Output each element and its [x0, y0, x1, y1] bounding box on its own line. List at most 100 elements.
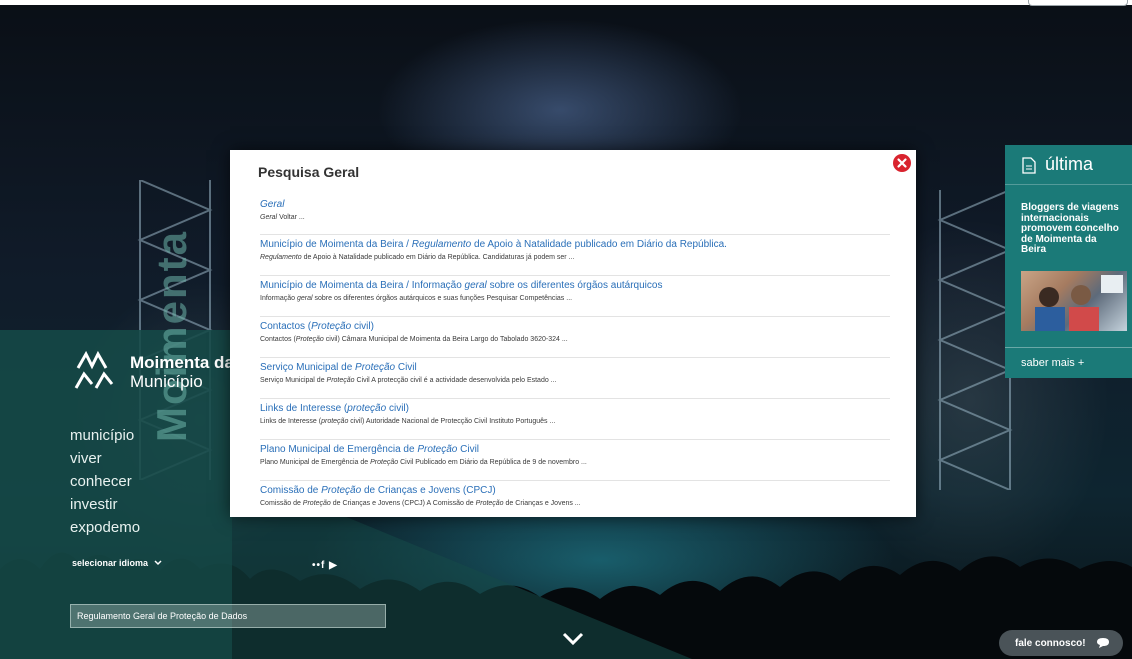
- search-result-snippet: Contactos (Proteção civil) Câmara Munici…: [260, 334, 890, 346]
- rgpd-link[interactable]: Regulamento Geral de Proteção de Dados: [70, 604, 386, 628]
- result-snippet-segment: Links de Interesse (: [260, 418, 322, 425]
- result-snippet-segment: Voltar ...: [277, 214, 305, 221]
- search-result-item: Município de Moimenta da Beira / Informa…: [260, 276, 890, 317]
- result-title-segment: Geral: [260, 199, 285, 210]
- brand-name: Moimenta da: [130, 353, 234, 372]
- contact-label: fale connosco!: [1015, 637, 1086, 649]
- search-result-title-link[interactable]: Contactos (Proteção civil): [260, 320, 890, 334]
- result-snippet-segment: Proteção: [302, 500, 331, 507]
- news-header: última: [1005, 145, 1132, 185]
- news-article-image[interactable]: [1021, 271, 1127, 331]
- search-result-title-link[interactable]: Links de Interesse (proteção civil): [260, 402, 890, 416]
- result-snippet-segment: civil) Autoridade Nacional de Protecção …: [348, 418, 556, 425]
- result-title-segment: Serviço Municipal de: [260, 362, 356, 373]
- result-title-segment: sobre os diferentes órgãos autárquicos: [486, 280, 663, 291]
- result-snippet-segment: Proteção: [370, 459, 399, 466]
- modal-title: Pesquisa Geral: [258, 164, 360, 180]
- search-result-item: Município de Moimenta da Beira / Regulam…: [260, 235, 890, 276]
- result-title-segment: proteção: [347, 403, 387, 414]
- search-result-item: Contactos (Proteção civil) Contactos (Pro…: [260, 317, 890, 358]
- search-result-snippet: Regulamento de Apoio à Natalidade public…: [260, 252, 890, 264]
- chevron-down-icon: [154, 560, 162, 566]
- result-title-segment: geral: [464, 280, 487, 291]
- search-result-title-link[interactable]: Plano Municipal de Emergência de Proteçã…: [260, 443, 890, 457]
- search-result-snippet: Links de Interesse (proteção civil) Auto…: [260, 416, 890, 428]
- search-result-snippet: Geral Voltar ...: [260, 212, 890, 224]
- language-label: selecionar idioma: [72, 558, 149, 568]
- nav-item-viver[interactable]: viver: [70, 447, 140, 470]
- nav-item-investir[interactable]: investir: [70, 493, 140, 516]
- news-photo: [1035, 275, 1123, 331]
- result-snippet-segment: de Crianças e Jovens (CPCJ) A Comissão d…: [330, 500, 476, 507]
- result-title-segment: Proteção: [311, 321, 352, 332]
- result-snippet-segment: Geral: [260, 214, 278, 221]
- search-results-list: Geral Geral Voltar ... Município de Moimen…: [260, 198, 890, 517]
- result-snippet-segment: Contactos (: [260, 336, 296, 343]
- search-result-title-link[interactable]: Município de Moimenta da Beira / Regulam…: [260, 238, 890, 252]
- result-title-segment: Município de Moimenta da Beira / Informa…: [260, 280, 465, 291]
- result-snippet-segment: civil) Câmara Municipal de Moimenta da B…: [323, 336, 568, 343]
- result-title-segment: Civil: [395, 362, 417, 373]
- result-title-segment: Proteção: [355, 362, 396, 373]
- municipio-logo-icon: [74, 350, 114, 389]
- search-result-title-link[interactable]: Geral: [260, 198, 890, 212]
- search-result-title-link[interactable]: Serviço Municipal de Proteção Civil: [260, 361, 890, 375]
- language-selector[interactable]: selecionar idioma: [72, 558, 162, 568]
- browser-top-strip: [0, 0, 1132, 5]
- search-result-title-link[interactable]: Comissão de Proteção de Crianças e Joven…: [260, 484, 890, 498]
- result-title-segment: civil): [386, 403, 409, 414]
- result-snippet-segment: Serviço Municipal de: [260, 377, 327, 384]
- contact-button[interactable]: fale connosco!: [999, 630, 1123, 656]
- search-result-snippet: Informação geral sobre os diferentes órg…: [260, 293, 890, 305]
- search-result-item: Serviço Municipal de Proteção Civil Servi…: [260, 358, 890, 399]
- search-result-snippet: Comissão de Proteção de Crianças e Joven…: [260, 498, 890, 510]
- main-nav: município viver conhecer investir expode…: [70, 424, 140, 539]
- result-snippet-segment: Regulamento: [260, 254, 302, 261]
- brand-logo[interactable]: Moimenta da Município: [72, 350, 234, 394]
- news-more-link[interactable]: saber mais +: [1005, 347, 1132, 378]
- chat-bubble-icon: [1096, 638, 1109, 648]
- result-title-segment: Links de Interesse (: [260, 403, 348, 414]
- brand-watermark: Moimenta: [148, 230, 195, 443]
- result-title-segment: de Crianças e Jovens (CPCJ): [361, 485, 496, 496]
- result-title-segment: Comissão de: [260, 485, 322, 496]
- search-modal: Pesquisa Geral Geral Geral Voltar ... Muni…: [230, 150, 916, 517]
- search-result-snippet: Plano Municipal de Emergência de Proteçã…: [260, 457, 890, 469]
- result-snippet-segment: Proteção: [295, 336, 324, 343]
- scroll-down-chevron-icon[interactable]: [561, 630, 585, 648]
- search-result-item: Links de Interesse (proteção civil) Links…: [260, 399, 890, 440]
- result-title-segment: civil): [351, 321, 374, 332]
- nav-item-municipio[interactable]: município: [70, 424, 140, 447]
- result-title-segment: Civil: [457, 444, 480, 455]
- result-snippet-segment: Plano Municipal de Emergência de: [260, 459, 371, 466]
- result-title-segment: Município de Moimenta da Beira /: [260, 239, 412, 250]
- document-icon: [1022, 156, 1036, 174]
- news-widget: última Bloggers de viagens internacionai…: [1005, 145, 1132, 378]
- result-snippet-segment: Civil A protecção civil é a actividade d…: [354, 377, 557, 384]
- nav-item-conhecer[interactable]: conhecer: [70, 470, 140, 493]
- nav-item-expodemo[interactable]: expodemo: [70, 516, 140, 539]
- social-links[interactable]: ••f ▶: [312, 560, 338, 571]
- result-title-segment: Plano Municipal de Emergência de: [260, 444, 418, 455]
- result-title-segment: de Apoio à Natalidade publicado em Diári…: [471, 239, 727, 250]
- result-snippet-segment: geral: [296, 295, 313, 302]
- result-title-segment: Proteção: [417, 444, 458, 455]
- search-result-item: Geral Geral Voltar ...: [260, 198, 890, 235]
- search-result-title-link[interactable]: Município de Moimenta da Beira / Informa…: [260, 279, 890, 293]
- close-icon[interactable]: [893, 154, 911, 172]
- search-result-item: Plano Municipal de Emergência de Proteçã…: [260, 440, 890, 481]
- result-title-segment: Contactos (: [260, 321, 312, 332]
- news-article-title[interactable]: Bloggers de viagens internacionais promo…: [1005, 185, 1132, 256]
- search-result-snippet: Serviço Municipal de Proteção Civil A pr…: [260, 375, 890, 387]
- news-heading: última: [1045, 154, 1094, 174]
- search-result-item: Comissão de Proteção de Crianças e Joven…: [260, 481, 890, 517]
- result-snippet-segment: Proteção: [475, 500, 504, 507]
- result-snippet-segment: sobre os diferentes órgãos autárquicos e…: [312, 295, 573, 302]
- result-snippet-segment: proteção: [321, 418, 349, 425]
- result-snippet-segment: Proteção: [326, 377, 355, 384]
- result-snippet-segment: de Apoio à Natalidade publicado em Diári…: [301, 254, 575, 261]
- brand-subtitle: Município: [130, 372, 203, 391]
- result-snippet-segment: de Crianças e Jovens ...: [503, 500, 581, 507]
- top-right-tab[interactable]: [1028, 0, 1128, 6]
- result-snippet-segment: Comissão de: [260, 500, 303, 507]
